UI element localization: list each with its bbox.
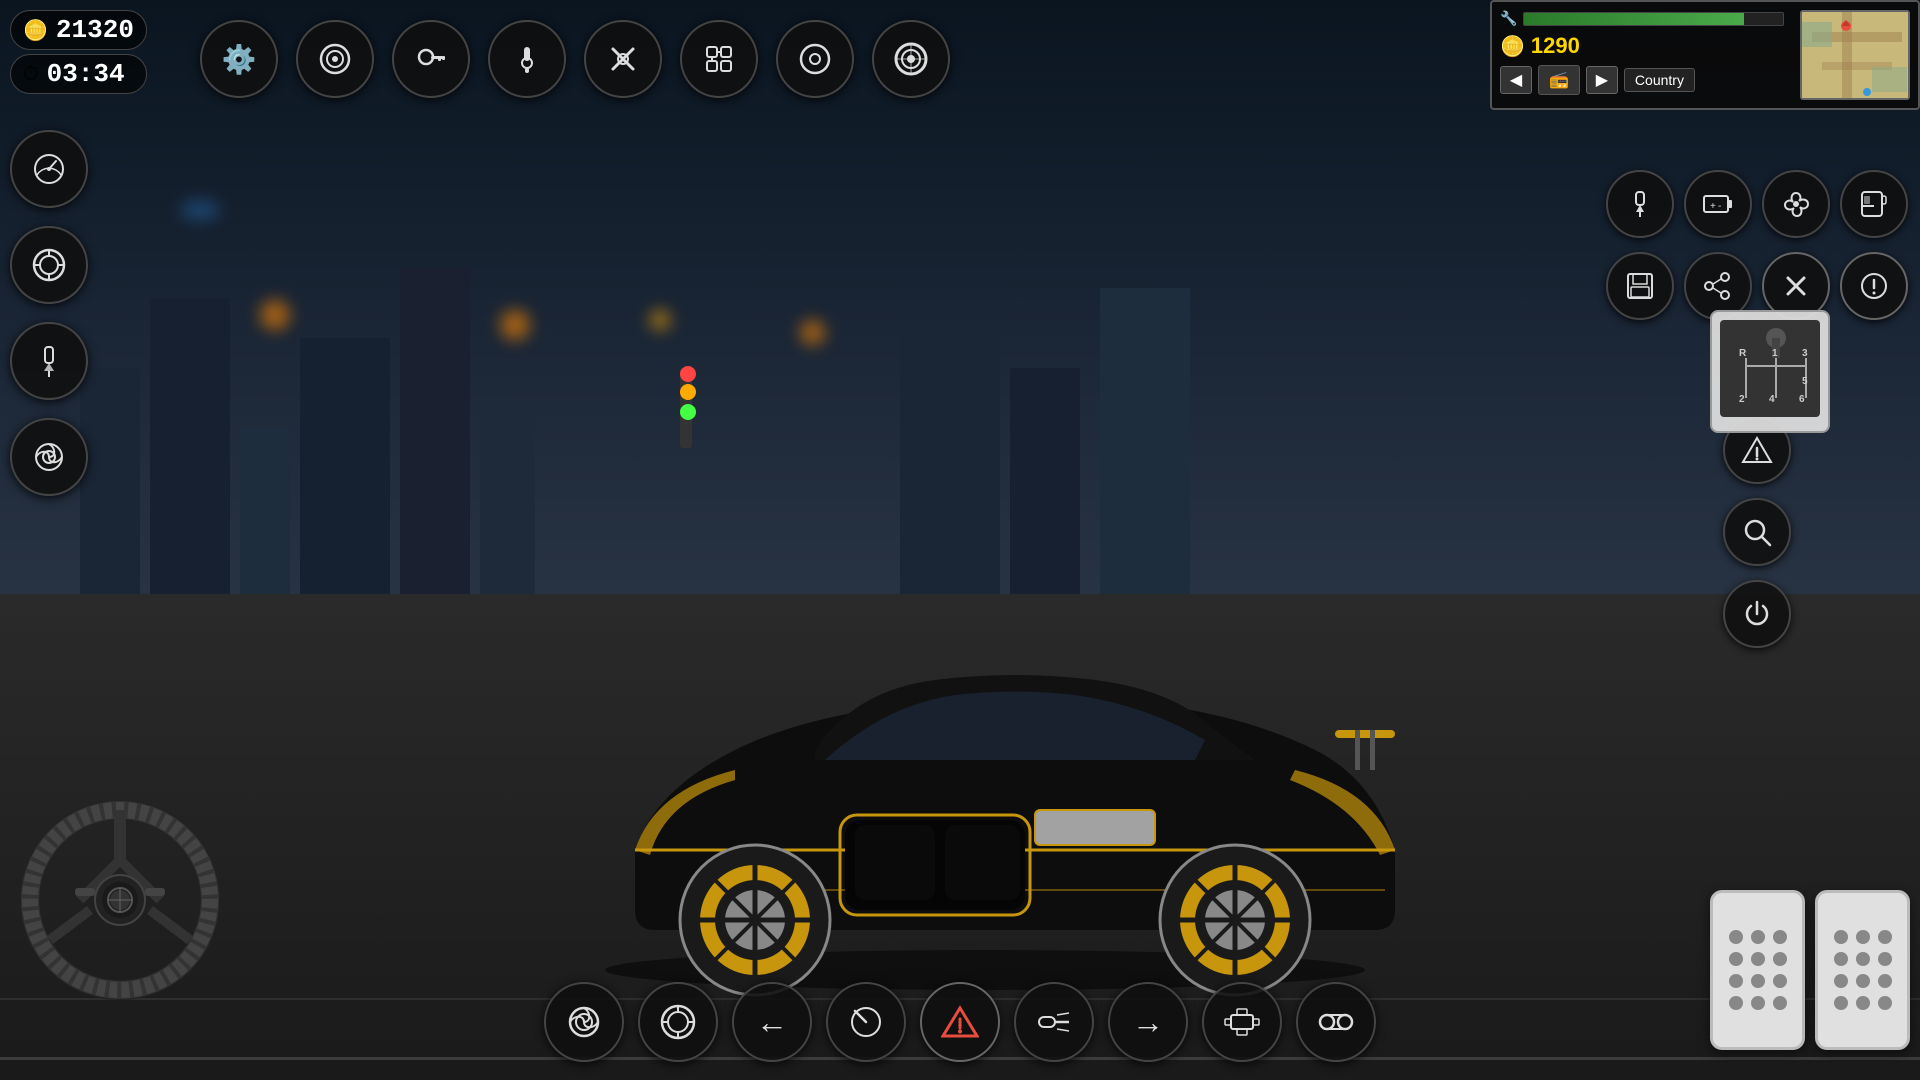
coins-icon: 🪙: [23, 18, 48, 43]
svg-text:R: R: [1739, 348, 1747, 359]
timer-icon: ⏱: [23, 63, 39, 86]
stats-panel: 🪙 21320 ⏱ 03:34: [10, 10, 147, 94]
brake-pedal[interactable]: [1710, 890, 1805, 1050]
speedometer-button[interactable]: [10, 130, 88, 208]
power-button[interactable]: [1723, 580, 1791, 648]
battery-button[interactable]: +-: [1684, 170, 1752, 238]
paint-button[interactable]: [296, 20, 374, 98]
map-prev-button[interactable]: ◀: [1500, 66, 1532, 94]
svg-text:6: 6: [1799, 394, 1805, 405]
svg-text:3: 3: [1802, 348, 1808, 359]
bottom-toolbar: ← →: [544, 982, 1376, 1062]
steering-wheel[interactable]: [20, 800, 220, 1000]
parts-button[interactable]: [776, 20, 854, 98]
svg-text:1: 1: [1772, 348, 1778, 359]
turbo-bottom-button[interactable]: [544, 982, 624, 1062]
left-sidebar: [10, 130, 88, 496]
spark-right-button[interactable]: [1606, 170, 1674, 238]
headlight-button[interactable]: [1014, 982, 1094, 1062]
brake-disc-button[interactable]: [638, 982, 718, 1062]
hazard-button[interactable]: [920, 982, 1000, 1062]
map-next-button[interactable]: ▶: [1586, 66, 1618, 94]
car-display: [200, 400, 1770, 1000]
minimap-coins: 1290: [1531, 33, 1580, 59]
search-button[interactable]: [1723, 498, 1791, 566]
top-toolbar: ⚙️: [200, 20, 950, 98]
gas-pedal[interactable]: [1815, 890, 1910, 1050]
spark-plug-button[interactable]: [10, 322, 88, 400]
gear-shift-panel: R 1 3 5 2 4 6: [1710, 310, 1830, 433]
fuel-bar-fill: [1524, 13, 1744, 25]
svg-text:4: 4: [1769, 394, 1775, 405]
coins-stat: 🪙 21320: [10, 10, 147, 50]
keys-button[interactable]: [392, 20, 470, 98]
save-button[interactable]: [1606, 252, 1674, 320]
timer-value: 03:34: [47, 59, 125, 89]
wiper-button[interactable]: [826, 982, 906, 1062]
minimap-panel: 🔧 🪙 1290 ◀ 📻 ▶ Country: [1490, 0, 1920, 110]
settings-button[interactable]: ⚙️: [200, 20, 278, 98]
turn-right-button[interactable]: →: [1108, 982, 1188, 1062]
minimap-view[interactable]: [1800, 10, 1910, 100]
svg-text:-: -: [1718, 201, 1721, 212]
fan-button[interactable]: [1762, 170, 1830, 238]
chain-button[interactable]: [1296, 982, 1376, 1062]
turbo-left-button[interactable]: [10, 418, 88, 496]
turn-left-button[interactable]: ←: [732, 982, 812, 1062]
svg-text:+: +: [1710, 201, 1716, 212]
pedals-panel: [1710, 890, 1910, 1050]
fuel-gauge-button[interactable]: [1840, 170, 1908, 238]
rim-button[interactable]: [10, 226, 88, 304]
repair-button[interactable]: [584, 20, 662, 98]
map-location: Country: [1624, 68, 1695, 92]
transmission-button[interactable]: [488, 20, 566, 98]
coins-value: 21320: [56, 15, 134, 45]
gearbox-button[interactable]: [680, 20, 758, 98]
right-row-1: +-: [1606, 170, 1908, 238]
wheel-button[interactable]: [872, 20, 950, 98]
svg-text:2: 2: [1739, 394, 1745, 405]
timer-stat: ⏱ 03:34: [10, 54, 147, 94]
engine-button[interactable]: [1202, 982, 1282, 1062]
alert-button[interactable]: [1840, 252, 1908, 320]
svg-text:5: 5: [1802, 376, 1808, 387]
